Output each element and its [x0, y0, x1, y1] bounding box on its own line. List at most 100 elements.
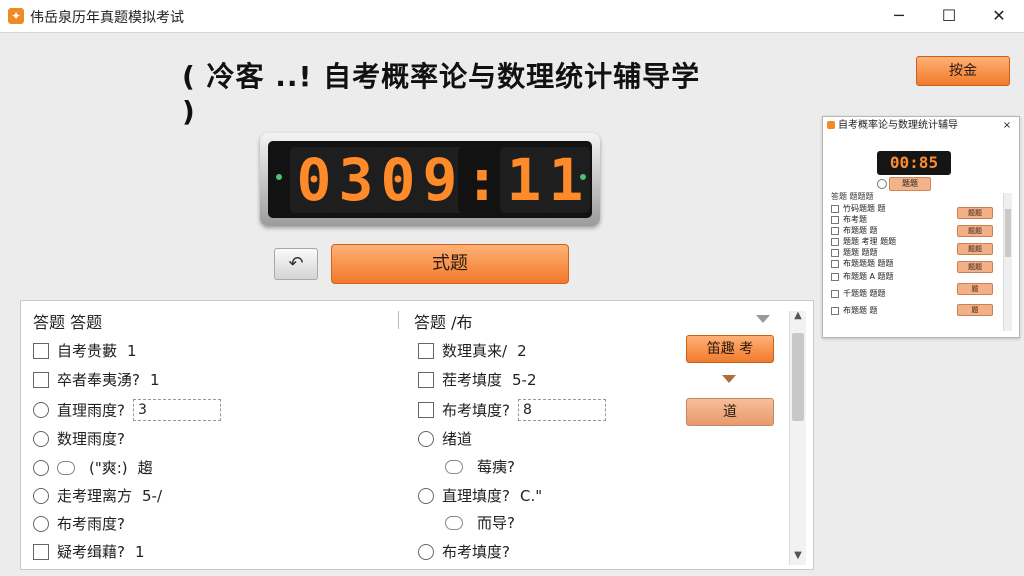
- timer-right-2: 1: [542, 147, 590, 213]
- checkbox[interactable]: [33, 543, 49, 560]
- right-option-1[interactable]: 莓痍?: [445, 456, 515, 480]
- mini-scroll-thumb[interactable]: [1005, 209, 1011, 257]
- mini-checkbox[interactable]: [831, 259, 839, 268]
- row-label: 布考雨度?: [57, 515, 125, 533]
- mini-row-label: 千题题 题题: [843, 289, 886, 298]
- curved-arrow-icon: ↶: [288, 253, 304, 274]
- mini-action-button[interactable]: 题: [957, 304, 993, 316]
- radio-button[interactable]: [33, 430, 49, 447]
- mini-scrollbar[interactable]: [1003, 193, 1012, 331]
- left-row-5[interactable]: ("爽:) 趨: [33, 457, 153, 481]
- maximize-button[interactable]: ☐: [924, 0, 974, 32]
- timer-separator: :: [458, 147, 506, 213]
- scroll-down-icon[interactable]: ▼: [793, 551, 803, 561]
- mini-action-button[interactable]: 题题: [957, 243, 993, 255]
- answer-input[interactable]: 8: [517, 399, 606, 421]
- option-label: 而导?: [477, 514, 515, 532]
- primary-action-button[interactable]: 笛趣 考: [686, 335, 774, 363]
- mini-list-item[interactable]: 千题题 题题: [831, 288, 957, 300]
- checkbox[interactable]: [418, 402, 434, 418]
- mini-list-item[interactable]: 布题题 A 题题: [831, 271, 957, 283]
- mini-checkbox[interactable]: [831, 215, 839, 224]
- radio-button[interactable]: [418, 430, 434, 447]
- mini-checkbox[interactable]: [831, 248, 839, 257]
- radio-button[interactable]: [33, 402, 49, 418]
- mini-radio[interactable]: [877, 179, 887, 189]
- left-row-4[interactable]: 数理雨度?: [33, 428, 125, 452]
- radio-button[interactable]: [33, 487, 49, 504]
- panel-collapse-caret[interactable]: [756, 315, 770, 323]
- page-title: ( 冷客 ..! 自考概率论与数理统计辅导学 ): [182, 60, 701, 128]
- timer-left-3: 9: [416, 147, 464, 213]
- right-option-2[interactable]: 而导?: [445, 512, 515, 536]
- left-row-2[interactable]: 卒者奉夷湧? 1: [33, 369, 160, 393]
- timer-led-left: [276, 174, 282, 180]
- right-row-3[interactable]: 布考填度? 8: [418, 399, 606, 423]
- checkbox[interactable]: [418, 371, 434, 388]
- mini-start-button[interactable]: 题题: [889, 177, 931, 191]
- left-row-6[interactable]: 走考理离方 5-/: [33, 485, 162, 509]
- mini-title: 自考概率论与数理统计辅导: [838, 120, 958, 131]
- mini-checkbox[interactable]: [831, 289, 839, 298]
- option-icon: [445, 459, 463, 474]
- mini-checkbox[interactable]: [831, 226, 839, 235]
- timer-left-1: 3: [332, 147, 380, 213]
- checkbox[interactable]: [418, 342, 434, 359]
- mini-timer: 00:85: [877, 151, 951, 175]
- checkbox[interactable]: [33, 371, 49, 388]
- back-button[interactable]: ↶: [274, 248, 318, 280]
- radio-button[interactable]: [418, 487, 434, 504]
- right-section-title: 答题 /布: [414, 313, 473, 332]
- row-label: 布考填度?: [442, 401, 510, 420]
- right-row-2[interactable]: 茬考填度 5-2: [418, 369, 537, 393]
- top-right-button[interactable]: 按金: [916, 56, 1010, 86]
- window-title: 伟岳泉历年真题模拟考试: [30, 10, 184, 26]
- radio-button[interactable]: [33, 515, 49, 532]
- mini-action-button[interactable]: 题: [957, 283, 993, 295]
- left-row-7[interactable]: 布考雨度?: [33, 513, 125, 537]
- mini-checkbox[interactable]: [831, 204, 839, 213]
- left-row-3[interactable]: 直理雨度? 3: [33, 399, 221, 423]
- minimize-button[interactable]: ─: [874, 0, 924, 32]
- scroll-up-icon[interactable]: ▲: [793, 311, 803, 321]
- mini-action-button[interactable]: 题题: [957, 261, 993, 273]
- mini-row-label: 竹码题题 题: [843, 204, 886, 213]
- mini-row-label: 题题 题题: [843, 248, 878, 257]
- row-label: 直理填度?: [442, 487, 510, 505]
- scroll-thumb[interactable]: [792, 333, 804, 421]
- row-value: 2: [517, 341, 527, 360]
- mini-list-item[interactable]: 布题题 题: [831, 305, 957, 317]
- mini-checkbox[interactable]: [831, 306, 839, 315]
- mini-row-label: 布题题 A 题题: [843, 272, 894, 281]
- mini-list-title: 答题 题题题: [831, 192, 874, 201]
- mini-list-item[interactable]: 布题题题 题题: [831, 258, 957, 270]
- vertical-scrollbar[interactable]: ▲ ▼: [789, 311, 806, 565]
- preview-window: 自考概率论与数理统计辅导 × 00:85 题题 答题 题题题 竹码题题 题 布考…: [822, 116, 1020, 338]
- timer-left-2: 0: [374, 147, 422, 213]
- start-exam-button[interactable]: 式题: [331, 244, 569, 284]
- close-button[interactable]: ✕: [974, 0, 1024, 32]
- radio-button[interactable]: [33, 459, 49, 476]
- mini-action-button[interactable]: 题题: [957, 207, 993, 219]
- right-row-1[interactable]: 数理真来/2: [418, 340, 527, 364]
- mini-close-icon[interactable]: ×: [1001, 117, 1013, 135]
- row-label: 走考理离方: [57, 487, 133, 505]
- action-caret-icon[interactable]: [722, 375, 736, 383]
- radio-button[interactable]: [418, 543, 434, 560]
- left-row-1[interactable]: 自考贵藪 1: [33, 340, 137, 364]
- right-row-4[interactable]: 绪道: [418, 428, 472, 452]
- secondary-action-button[interactable]: 道: [686, 398, 774, 426]
- panel-divider: [398, 311, 399, 329]
- mini-checkbox[interactable]: [831, 237, 839, 246]
- left-row-8[interactable]: 疑考缉藉? 1: [33, 541, 145, 565]
- timer-display: 0 3 0 9 : 1 1: [268, 141, 592, 218]
- mini-checkbox[interactable]: [831, 272, 839, 281]
- right-row-5[interactable]: 直理填度? C.": [418, 485, 542, 509]
- right-row-6[interactable]: 布考填度?: [418, 541, 510, 565]
- answer-input[interactable]: 3: [132, 399, 221, 421]
- timer-digit-placeholder: 0: [290, 147, 338, 213]
- window-titlebar: ✦ 伟岳泉历年真题模拟考试 ─ ☐ ✕: [0, 0, 1024, 33]
- question-panel: 答题 答题 答题 /布 自考贵藪 1 卒者奉夷湧? 1 直理雨度? 3 数理雨度? (…: [20, 300, 814, 570]
- checkbox[interactable]: [33, 342, 49, 359]
- mini-action-button[interactable]: 题题: [957, 225, 993, 237]
